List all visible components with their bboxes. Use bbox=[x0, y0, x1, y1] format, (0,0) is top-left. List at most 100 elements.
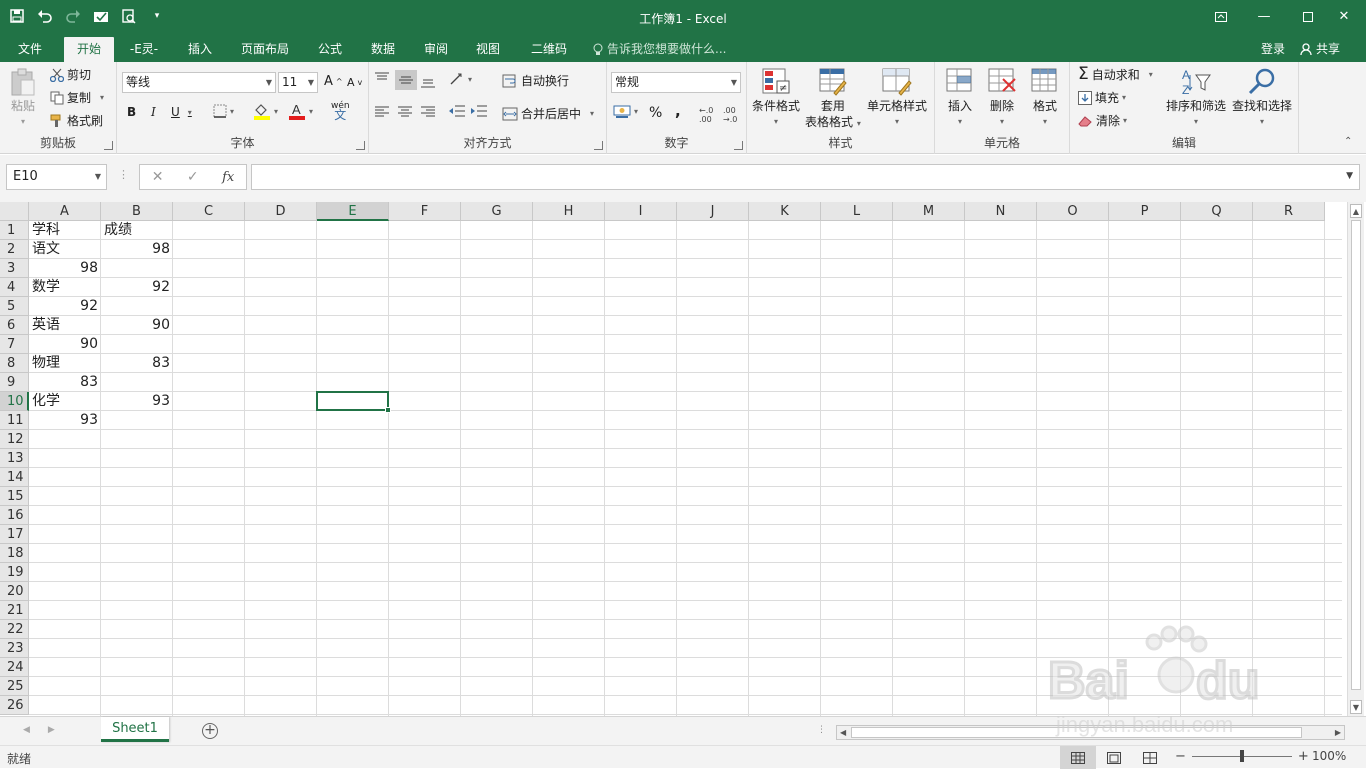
cell-b2[interactable]: 98 bbox=[101, 240, 173, 259]
bottom-align-button[interactable] bbox=[421, 76, 435, 88]
active-cell[interactable] bbox=[316, 391, 391, 413]
scroll-up-icon[interactable]: ▲ bbox=[1350, 204, 1362, 218]
expand-formula-icon[interactable]: ▼ bbox=[1346, 171, 1353, 181]
row-header-16[interactable]: 16 bbox=[0, 506, 29, 525]
zoom-out-icon[interactable]: − bbox=[1175, 749, 1186, 764]
scroll-down-icon[interactable]: ▼ bbox=[1350, 700, 1362, 714]
middle-align-button[interactable] bbox=[395, 70, 417, 90]
insert-cells-button[interactable]: 插入 ▾ bbox=[945, 67, 975, 129]
comma-button[interactable]: , bbox=[675, 102, 681, 120]
row-header-8[interactable]: 8 bbox=[0, 354, 29, 373]
increase-indent-button[interactable] bbox=[471, 105, 487, 118]
tab-home[interactable]: 开始 bbox=[64, 37, 114, 62]
align-left-button[interactable] bbox=[375, 106, 389, 118]
cell-a8[interactable]: 物理 bbox=[29, 354, 101, 373]
column-header-m[interactable]: M bbox=[893, 202, 965, 221]
tab-page-layout[interactable]: 页面布局 bbox=[234, 37, 296, 62]
cell-a10[interactable]: 化学 bbox=[29, 392, 101, 411]
maximize-icon[interactable] bbox=[1293, 0, 1322, 33]
scroll-left-icon[interactable]: ◀ bbox=[840, 726, 846, 739]
insert-function-icon[interactable]: fx bbox=[222, 170, 234, 185]
orientation-button[interactable]: ▾ bbox=[449, 72, 472, 86]
phonetic-button[interactable]: wén 文 bbox=[331, 102, 350, 122]
increase-decimal-button[interactable]: ←.0.00 bbox=[699, 106, 713, 124]
cell-a1[interactable]: 学科 bbox=[29, 221, 101, 240]
row-header-24[interactable]: 24 bbox=[0, 658, 29, 677]
tell-me-box[interactable]: 告诉我您想要做什么... bbox=[593, 37, 726, 62]
column-header-h[interactable]: H bbox=[533, 202, 605, 221]
normal-view-icon[interactable] bbox=[1060, 746, 1096, 769]
align-center-button[interactable] bbox=[398, 106, 412, 118]
column-header-n[interactable]: N bbox=[965, 202, 1037, 221]
fill-button[interactable]: 填充 ▾ bbox=[1078, 89, 1126, 106]
row-header-17[interactable]: 17 bbox=[0, 525, 29, 544]
row-header-18[interactable]: 18 bbox=[0, 544, 29, 563]
row-header-20[interactable]: 20 bbox=[0, 582, 29, 601]
sheet-tab-sheet1[interactable]: Sheet1 bbox=[101, 717, 169, 742]
number-format-combo[interactable]: 常规 ▼ bbox=[611, 72, 741, 93]
wrap-text-button[interactable]: 自动换行 bbox=[502, 72, 569, 89]
row-header-23[interactable]: 23 bbox=[0, 639, 29, 658]
column-header-f[interactable]: F bbox=[389, 202, 461, 221]
cell-a5[interactable]: 92 bbox=[29, 297, 101, 316]
row-header-6[interactable]: 6 bbox=[0, 316, 29, 335]
decrease-decimal-button[interactable]: .00 →.0 bbox=[723, 106, 737, 124]
touch-mode-icon[interactable] bbox=[90, 6, 112, 26]
autosum-button[interactable]: Σ 自动求和 ▾ bbox=[1078, 66, 1153, 83]
grow-font-button[interactable]: A ^ bbox=[324, 74, 343, 89]
font-color-button[interactable]: A ▾ bbox=[288, 102, 313, 120]
cell-a9[interactable]: 83 bbox=[29, 373, 101, 392]
tab-review[interactable]: 审阅 bbox=[414, 37, 458, 62]
zoom-level[interactable]: 100% bbox=[1312, 749, 1346, 763]
row-header-3[interactable]: 3 bbox=[0, 259, 29, 278]
row-header-19[interactable]: 19 bbox=[0, 563, 29, 582]
clear-button[interactable]: 清除 ▾ bbox=[1078, 112, 1127, 129]
conditional-formatting-button[interactable]: ≠ 条件格式 ▾ bbox=[752, 67, 800, 129]
horizontal-scroll-thumb[interactable] bbox=[851, 727, 1302, 738]
vertical-scrollbar[interactable]: ▲ ▼ bbox=[1347, 202, 1364, 716]
borders-button[interactable]: ▾ bbox=[213, 104, 234, 118]
redo-icon[interactable] bbox=[62, 6, 84, 26]
undo-icon[interactable] bbox=[34, 6, 56, 26]
row-header-25[interactable]: 25 bbox=[0, 677, 29, 696]
alignment-launcher-icon[interactable] bbox=[594, 141, 603, 150]
zoom-in-icon[interactable]: + bbox=[1298, 749, 1309, 764]
row-header-2[interactable]: 2 bbox=[0, 240, 29, 259]
column-header-r[interactable]: R bbox=[1253, 202, 1325, 221]
share-button[interactable]: 共享 bbox=[1300, 37, 1340, 62]
cell-a6[interactable]: 英语 bbox=[29, 316, 101, 335]
column-header-k[interactable]: K bbox=[749, 202, 821, 221]
format-cells-button[interactable]: 格式 ▾ bbox=[1030, 67, 1060, 129]
cell-styles-button[interactable]: 单元格样式 ▾ bbox=[867, 67, 927, 129]
row-header-14[interactable]: 14 bbox=[0, 468, 29, 487]
collapse-ribbon-icon[interactable]: ⌃ bbox=[1344, 136, 1352, 147]
zoom-slider[interactable]: − + bbox=[1175, 749, 1309, 764]
row-header-22[interactable]: 22 bbox=[0, 620, 29, 639]
cells-area[interactable]: 学科 成绩 语文 98 98 数学 92 92 英语 90 90 物理 83 83 化学 93 93 bbox=[29, 221, 1342, 716]
formula-input[interactable]: ▼ bbox=[251, 164, 1360, 190]
paste-button[interactable]: 粘贴 ▾ bbox=[9, 67, 37, 129]
cell-a2[interactable]: 语文 bbox=[29, 240, 101, 259]
tab-view[interactable]: 视图 bbox=[466, 37, 510, 62]
name-box[interactable]: E10 ▼ bbox=[6, 164, 107, 190]
format-as-table-button[interactable]: 套用 表格格式 ▾ bbox=[805, 67, 861, 131]
cell-b4[interactable]: 92 bbox=[101, 278, 173, 297]
font-name-combo[interactable]: 等线 ▼ bbox=[122, 72, 276, 93]
column-header-g[interactable]: G bbox=[461, 202, 533, 221]
tab-split-handle[interactable]: ⋮ bbox=[817, 725, 826, 735]
underline-button[interactable]: U ▾ bbox=[171, 105, 192, 119]
column-header-q[interactable]: Q bbox=[1181, 202, 1253, 221]
formula-bar-splitter[interactable]: ⋮ bbox=[118, 168, 129, 181]
top-align-button[interactable] bbox=[375, 72, 389, 84]
row-header-10[interactable]: 10 bbox=[0, 392, 29, 411]
minimize-icon[interactable]: — bbox=[1235, 0, 1293, 33]
cell-b10[interactable]: 93 bbox=[101, 392, 173, 411]
row-header-5[interactable]: 5 bbox=[0, 297, 29, 316]
column-header-p[interactable]: P bbox=[1109, 202, 1181, 221]
close-icon[interactable]: ✕ bbox=[1322, 0, 1366, 33]
login-link[interactable]: 登录 bbox=[1261, 37, 1285, 62]
copy-button[interactable]: 复制 ▾ bbox=[50, 89, 104, 106]
cancel-icon[interactable]: ✕ bbox=[152, 169, 164, 185]
column-header-e[interactable]: E bbox=[317, 202, 389, 221]
zoom-track[interactable] bbox=[1191, 750, 1292, 762]
